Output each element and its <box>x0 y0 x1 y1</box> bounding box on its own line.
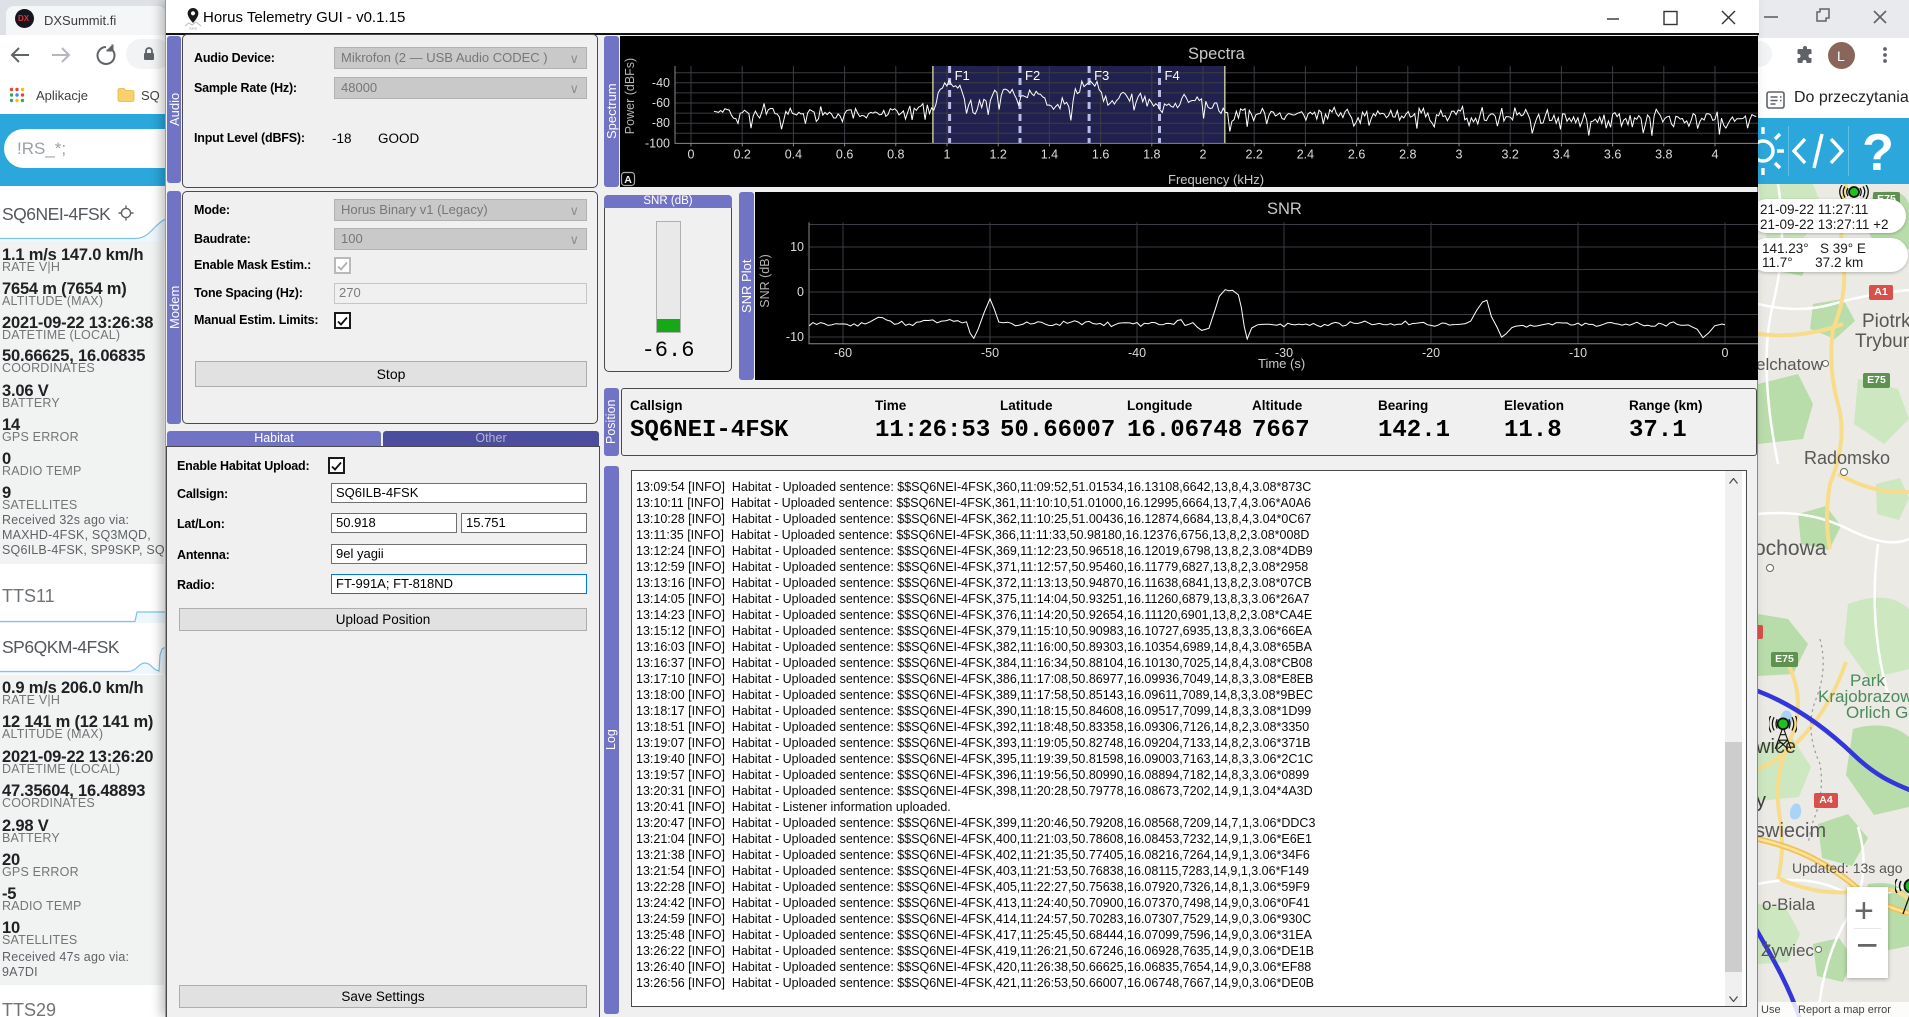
svg-text:1.4: 1.4 <box>1041 148 1058 162</box>
svg-text:Frequency (kHz): Frequency (kHz) <box>1168 172 1264 187</box>
svg-text:-40: -40 <box>652 76 670 90</box>
svg-text:-50: -50 <box>981 346 999 360</box>
svg-text:3.4: 3.4 <box>1553 148 1570 162</box>
svg-text:-40: -40 <box>1128 346 1146 360</box>
svg-text:3.8: 3.8 <box>1655 148 1672 162</box>
svg-text:0.8: 0.8 <box>887 148 904 162</box>
svg-text:Time (s): Time (s) <box>1258 356 1305 371</box>
svg-text:Power (dBFs): Power (dBFs) <box>623 58 637 134</box>
svg-text:0.4: 0.4 <box>785 148 802 162</box>
svg-text:-10: -10 <box>786 330 804 344</box>
svg-text:-20: -20 <box>1422 346 1440 360</box>
svg-text:0: 0 <box>688 148 695 162</box>
svg-text:1.8: 1.8 <box>1143 148 1160 162</box>
svg-text:-60: -60 <box>652 96 670 110</box>
svg-text:0.2: 0.2 <box>734 148 751 162</box>
svg-text:3.2: 3.2 <box>1502 148 1519 162</box>
svg-text:horus: horus <box>189 27 197 31</box>
svg-text:3: 3 <box>1456 148 1463 162</box>
svg-text:1.2: 1.2 <box>990 148 1007 162</box>
svg-text:4: 4 <box>1712 148 1719 162</box>
svg-text:F2: F2 <box>1025 68 1040 83</box>
svg-text:-100: -100 <box>645 136 670 150</box>
svg-text:2.4: 2.4 <box>1297 148 1314 162</box>
svg-text:SNR: SNR <box>1267 200 1302 218</box>
svg-text:2.6: 2.6 <box>1348 148 1365 162</box>
svg-text:-60: -60 <box>834 346 852 360</box>
svg-text:F3: F3 <box>1094 68 1109 83</box>
svg-text:3.6: 3.6 <box>1604 148 1621 162</box>
svg-text:0: 0 <box>797 285 804 299</box>
svg-text:1: 1 <box>944 148 951 162</box>
svg-text:SNR (dB): SNR (dB) <box>758 254 772 307</box>
svg-text:0: 0 <box>1722 346 1729 360</box>
svg-text:2: 2 <box>1200 148 1207 162</box>
svg-text:1.6: 1.6 <box>1092 148 1109 162</box>
svg-text:2.8: 2.8 <box>1399 148 1416 162</box>
svg-text:10: 10 <box>790 240 804 254</box>
svg-text:?: ? <box>1862 124 1894 182</box>
svg-text:0.6: 0.6 <box>836 148 853 162</box>
svg-text:2.2: 2.2 <box>1246 148 1263 162</box>
svg-text:Spectra: Spectra <box>1188 45 1246 63</box>
svg-text:-10: -10 <box>1569 346 1587 360</box>
svg-text:F4: F4 <box>1165 68 1180 83</box>
svg-text:F1: F1 <box>955 68 970 83</box>
svg-text:A: A <box>624 174 632 186</box>
svg-text:-80: -80 <box>652 116 670 130</box>
